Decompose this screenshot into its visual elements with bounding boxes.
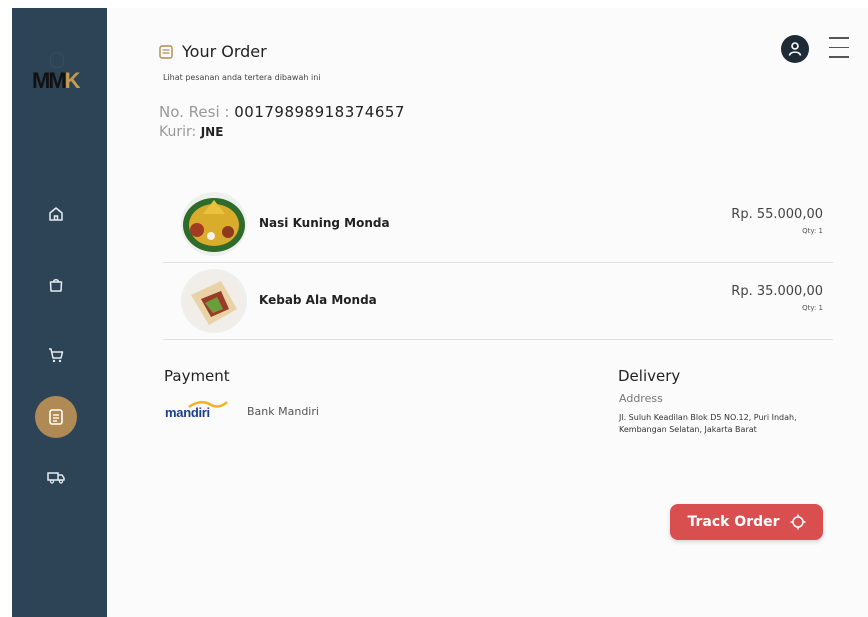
delivery-address: Jl. Suluh Keadilan Blok D5 NO.12, Puri I… xyxy=(619,413,797,434)
brand-logo[interactable]: MMK xyxy=(32,52,84,98)
track-order-label: Track Order xyxy=(687,514,780,530)
sidebar-item-delivery[interactable] xyxy=(45,466,67,488)
item-quantity: Qty: 1 xyxy=(802,304,823,312)
mandiri-logo: mandiri xyxy=(165,401,235,421)
profile-button[interactable] xyxy=(781,35,809,63)
courier-value: JNE xyxy=(200,125,224,139)
page-header: Your Order xyxy=(158,42,267,61)
divider xyxy=(163,262,833,263)
payment-title: Payment xyxy=(164,367,230,385)
track-order-button[interactable]: Track Order xyxy=(670,504,823,540)
tracking-number: No. Resi : 00179898918374657 xyxy=(159,103,405,121)
sidebar-item-home[interactable] xyxy=(45,203,67,225)
item-name: Nasi Kuning Monda xyxy=(259,216,390,230)
delivery-truck-icon xyxy=(47,472,65,484)
item-quantity: Qty: 1 xyxy=(802,227,823,235)
bank-name: Bank Mandiri xyxy=(247,405,319,418)
logo-wordmark: MMK xyxy=(32,68,81,93)
menu-button[interactable] xyxy=(829,37,849,61)
tracking-number-value: 00179898918374657 xyxy=(234,103,405,121)
sidebar-item-shop[interactable] xyxy=(45,274,67,296)
courier: Kurir: JNE xyxy=(159,124,223,140)
user-icon xyxy=(788,42,802,56)
hamburger-icon xyxy=(829,37,849,39)
home-icon xyxy=(49,207,63,221)
order-receipt-icon xyxy=(49,409,63,425)
logo-leaf-mark xyxy=(50,52,64,68)
food-image xyxy=(181,192,247,256)
shopping-bag-icon xyxy=(49,279,63,292)
item-name: Kebab Ala Monda xyxy=(259,293,377,307)
sidebar: MMK xyxy=(12,8,107,617)
divider xyxy=(163,339,833,340)
crosshair-icon xyxy=(790,514,806,530)
item-price: Rp. 55.000,00 xyxy=(731,207,823,222)
address-label: Address xyxy=(619,392,663,405)
list-item[interactable]: Kebab Ala Monda Rp. 35.000,00 Qty: 1 xyxy=(163,269,833,341)
courier-label: Kurir: xyxy=(159,124,197,140)
list-item[interactable]: Nasi Kuning Monda Rp. 55.000,00 Qty: 1 xyxy=(163,192,833,264)
sidebar-item-cart[interactable] xyxy=(45,344,67,366)
cart-icon xyxy=(49,348,64,363)
page-subtitle: Lihat pesanan anda tertera dibawah ini xyxy=(163,73,321,82)
food-image xyxy=(181,269,247,333)
tracking-number-label: No. Resi : xyxy=(159,103,230,121)
order-receipt-icon xyxy=(159,44,173,59)
sidebar-item-orders[interactable] xyxy=(35,396,77,438)
delivery-title: Delivery xyxy=(618,367,681,385)
item-price: Rp. 35.000,00 xyxy=(731,284,823,299)
page-title: Your Order xyxy=(182,42,267,61)
